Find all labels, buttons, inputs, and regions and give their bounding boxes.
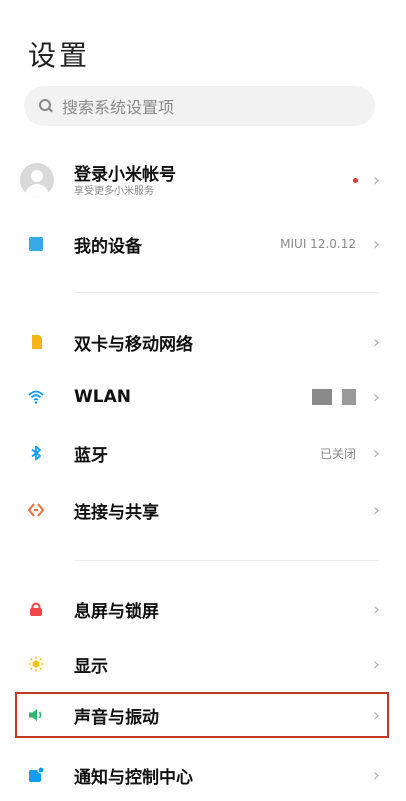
sim-card-icon <box>32 335 42 349</box>
chevron-right-icon: › <box>372 764 380 786</box>
search-icon <box>38 98 54 114</box>
chevron-right-icon: › <box>372 704 380 726</box>
wlan-row[interactable]: WLAN › <box>0 371 406 423</box>
sun-icon <box>28 656 44 672</box>
wlan-label: WLAN <box>74 387 131 407</box>
sound-vibration-label: 声音与振动 <box>74 707 159 728</box>
account-sub: 享受更多小米服务 <box>74 186 154 197</box>
speaker-icon <box>29 709 42 721</box>
sound-vibration-row[interactable]: 声音与振动 › <box>0 693 406 737</box>
device-icon <box>29 237 43 251</box>
page-title: 设置 <box>28 39 91 72</box>
chevron-right-icon: › <box>372 598 380 620</box>
bluetooth-status: 已关闭 <box>319 446 356 461</box>
chevron-right-icon: › <box>372 386 380 408</box>
chevron-right-icon: › <box>372 233 380 255</box>
display-label: 显示 <box>74 656 108 677</box>
dual-sim-label: 双卡与移动网络 <box>74 334 193 355</box>
dual-sim-row[interactable]: 双卡与移动网络 › <box>0 316 406 368</box>
my-device-label: 我的设备 <box>74 236 142 257</box>
notification-dot <box>353 177 358 183</box>
lock-icon <box>30 602 42 616</box>
search-placeholder: 搜索系统设置项 <box>62 98 175 117</box>
account-row[interactable]: 登录小米帐号 享受更多小米服务 › <box>0 152 406 208</box>
lock-screen-row[interactable]: 息屏与锁屏 › <box>0 583 406 635</box>
divider <box>74 560 378 561</box>
my-device-row[interactable]: 我的设备 MIUI 12.0.12 › <box>0 218 406 270</box>
notification-icon <box>29 767 44 782</box>
notifications-row[interactable]: 通知与控制中心 › <box>0 749 406 801</box>
bluetooth-row[interactable]: 蓝牙 已关闭 › <box>0 427 406 479</box>
search-bar[interactable]: 搜索系统设置项 <box>24 86 375 126</box>
bluetooth-icon <box>31 445 41 461</box>
my-device-value: MIUI 12.0.12 <box>280 237 356 251</box>
avatar <box>20 163 54 197</box>
chevron-right-icon: › <box>372 169 380 191</box>
notifications-label: 通知与控制中心 <box>74 767 193 788</box>
redacted-wifi-name <box>312 389 356 405</box>
chevron-right-icon: › <box>372 442 380 464</box>
divider <box>74 292 378 293</box>
wifi-icon <box>28 390 44 404</box>
display-row[interactable]: 显示 › <box>0 638 406 690</box>
connection-sharing-label: 连接与共享 <box>74 502 159 523</box>
connection-sharing-row[interactable]: 连接与共享 › <box>0 484 406 536</box>
chevron-right-icon: › <box>372 499 380 521</box>
chevron-right-icon: › <box>372 331 380 353</box>
chevron-right-icon: › <box>372 653 380 675</box>
connection-sharing-icon <box>28 503 44 517</box>
bluetooth-label: 蓝牙 <box>74 445 108 466</box>
lock-screen-label: 息屏与锁屏 <box>74 601 159 622</box>
